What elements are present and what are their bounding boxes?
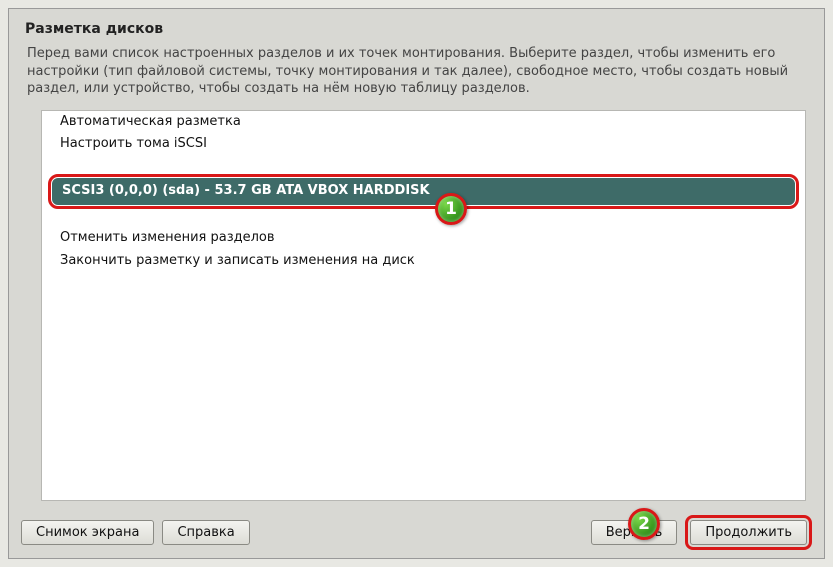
list-spacer bbox=[42, 156, 805, 170]
list-item-undo[interactable]: Отменить изменения разделов bbox=[42, 227, 805, 250]
partition-dialog: Разметка дисков Перед вами список настро… bbox=[8, 8, 825, 559]
list-spacer bbox=[42, 213, 805, 227]
list-item-disk[interactable]: SCSI3 (0,0,0) (sda) - 53.7 GB ATA VBOX H… bbox=[42, 174, 805, 209]
instructions-text: Перед вами список настроенных разделов и… bbox=[11, 43, 822, 108]
screenshot-button[interactable]: Снимок экрана bbox=[21, 520, 154, 545]
callout-badge-1: 1 bbox=[435, 193, 467, 225]
highlight-frame-1: SCSI3 (0,0,0) (sda) - 53.7 GB ATA VBOX H… bbox=[48, 174, 799, 209]
callout-badge-2: 2 bbox=[628, 508, 660, 540]
disk-row-selected[interactable]: SCSI3 (0,0,0) (sda) - 53.7 GB ATA VBOX H… bbox=[52, 178, 795, 205]
list-item-finish[interactable]: Закончить разметку и записать изменения … bbox=[42, 250, 805, 273]
partition-list: Автоматическая разметка Настроить тома i… bbox=[41, 110, 806, 501]
continue-button[interactable]: Продолжить bbox=[690, 520, 807, 545]
list-item-iscsi[interactable]: Настроить тома iSCSI bbox=[42, 133, 805, 156]
help-button[interactable]: Справка bbox=[162, 520, 249, 545]
list-item-guided[interactable]: Автоматическая разметка bbox=[42, 111, 805, 134]
dialog-title: Разметка дисков bbox=[11, 11, 822, 43]
dialog-footer: Снимок экрана Справка Вернуть Продолжить bbox=[11, 509, 822, 556]
highlight-frame-2: Продолжить bbox=[685, 515, 812, 550]
